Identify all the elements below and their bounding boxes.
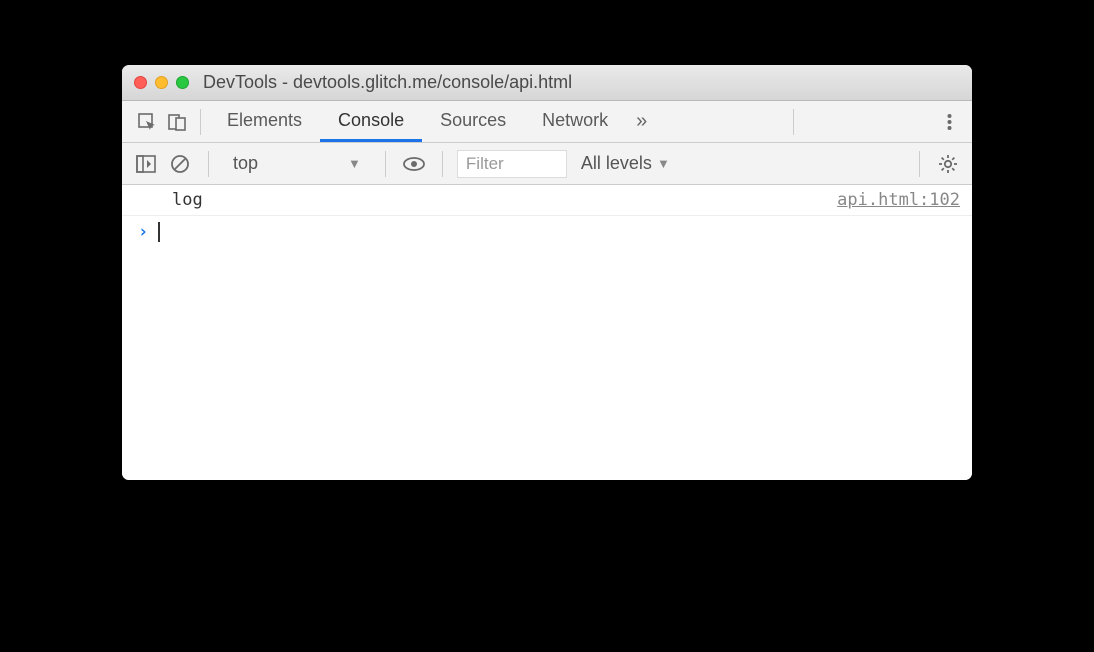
- console-output: log api.html:102 ›: [122, 185, 972, 480]
- log-message: log: [172, 190, 203, 210]
- separator: [442, 151, 443, 177]
- prompt-chevron-icon: ›: [138, 222, 148, 242]
- tab-sources[interactable]: Sources: [422, 101, 524, 142]
- separator: [919, 151, 920, 177]
- panel-tabs: Elements Console Sources Network: [209, 101, 626, 142]
- tab-elements[interactable]: Elements: [209, 101, 320, 142]
- tabs-overflow-icon[interactable]: »: [626, 110, 657, 133]
- console-log-entry: log api.html:102: [122, 185, 972, 216]
- separator: [208, 151, 209, 177]
- live-expression-icon[interactable]: [400, 150, 428, 178]
- text-cursor: [158, 222, 160, 242]
- chevron-down-icon: ▼: [657, 156, 670, 171]
- tab-console[interactable]: Console: [320, 101, 422, 142]
- minimize-icon[interactable]: [155, 76, 168, 89]
- close-icon[interactable]: [134, 76, 147, 89]
- chevron-down-icon: ▼: [348, 156, 361, 171]
- separator: [385, 151, 386, 177]
- levels-label: All levels: [581, 153, 652, 174]
- console-settings-icon[interactable]: [934, 150, 962, 178]
- titlebar: DevTools - devtools.glitch.me/console/ap…: [122, 65, 972, 101]
- devtools-window: DevTools - devtools.glitch.me/console/ap…: [122, 65, 972, 480]
- toggle-sidebar-icon[interactable]: [132, 150, 160, 178]
- window-traffic-lights: [134, 76, 189, 89]
- inspect-element-icon[interactable]: [132, 107, 162, 137]
- more-options-icon[interactable]: [937, 112, 962, 132]
- device-toolbar-icon[interactable]: [162, 107, 192, 137]
- tab-network[interactable]: Network: [524, 101, 626, 142]
- execution-context-selector[interactable]: top ▼: [223, 153, 371, 174]
- context-label: top: [233, 153, 258, 174]
- maximize-icon[interactable]: [176, 76, 189, 89]
- separator: [200, 109, 201, 135]
- console-toolbar: top ▼ All levels ▼: [122, 143, 972, 185]
- filter-input[interactable]: [457, 150, 567, 178]
- clear-console-icon[interactable]: [166, 150, 194, 178]
- log-source-link[interactable]: api.html:102: [837, 190, 960, 210]
- tabbar: Elements Console Sources Network »: [122, 101, 972, 143]
- separator: [793, 109, 794, 135]
- console-prompt[interactable]: ›: [122, 216, 972, 248]
- log-levels-selector[interactable]: All levels ▼: [581, 153, 670, 174]
- window-title: DevTools - devtools.glitch.me/console/ap…: [203, 72, 572, 93]
